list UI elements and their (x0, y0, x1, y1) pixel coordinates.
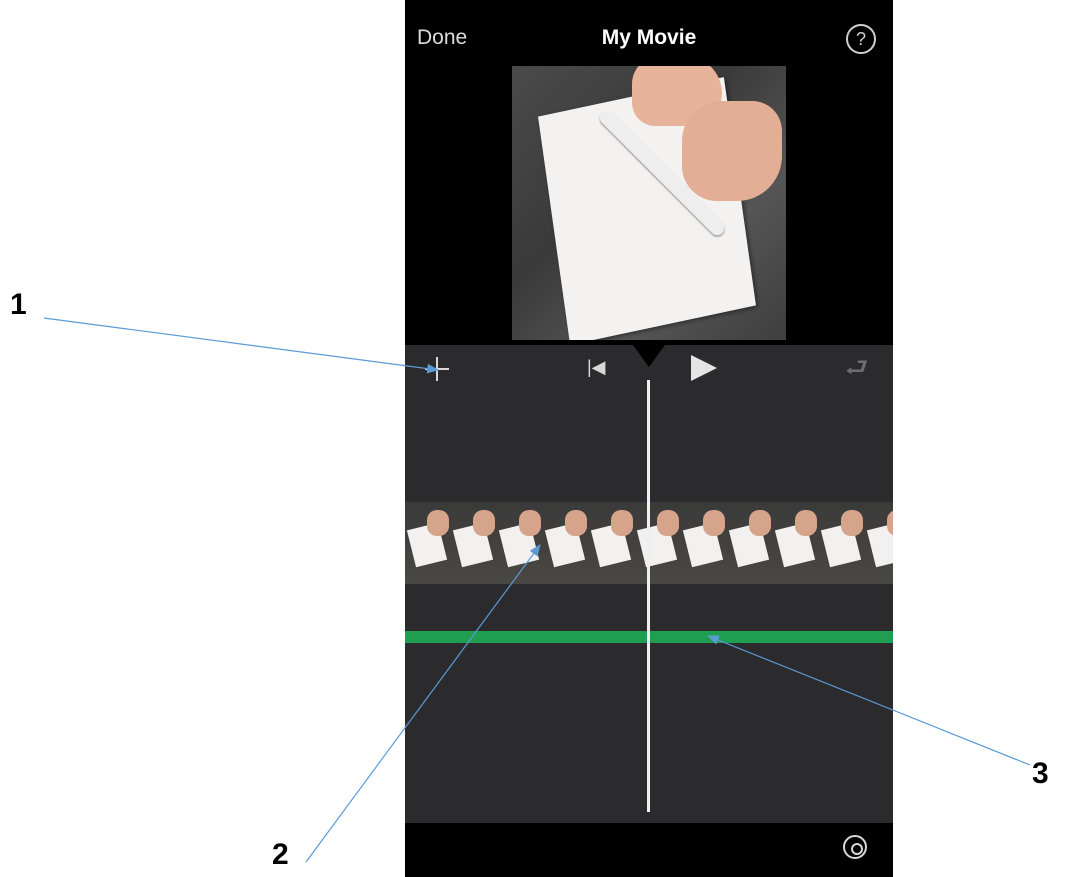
clip-frame-thumbnail (681, 502, 727, 584)
imovie-screen: Done My Movie ? |◀ ⮐ (405, 0, 893, 877)
playhead[interactable] (647, 380, 650, 812)
playhead-pointer-icon (633, 345, 665, 367)
plus-icon[interactable] (423, 355, 451, 383)
clip-frame-thumbnail (405, 502, 451, 584)
clip-frame-thumbnail (635, 502, 681, 584)
callout-label: 2 (272, 838, 289, 871)
help-icon[interactable]: ? (846, 24, 876, 54)
clip-frame-thumbnail (543, 502, 589, 584)
project-title: My Movie (601, 26, 697, 49)
bottom-bar (405, 823, 893, 877)
clip-frame-thumbnail (589, 502, 635, 584)
gear-icon[interactable] (843, 835, 867, 859)
timeline-area: |◀ ⮐ (405, 345, 893, 823)
callout-label: 1 (10, 288, 27, 321)
clip-frame-thumbnail (497, 502, 543, 584)
clip-frame-thumbnail (865, 502, 893, 584)
clip-frame-thumbnail (451, 502, 497, 584)
hand-image (682, 101, 782, 201)
clip-frame-thumbnail (819, 502, 865, 584)
play-icon[interactable] (691, 355, 717, 381)
clip-frame-thumbnail (773, 502, 819, 584)
clip-frame-thumbnail (727, 502, 773, 584)
undo-icon[interactable]: ⮐ (845, 353, 875, 381)
top-bar: Done My Movie ? (405, 0, 893, 64)
video-preview (512, 66, 786, 340)
skip-to-start-icon[interactable]: |◀ (587, 357, 606, 378)
callout-arrow-1 (43, 317, 440, 374)
callout-label: 3 (1032, 757, 1049, 790)
